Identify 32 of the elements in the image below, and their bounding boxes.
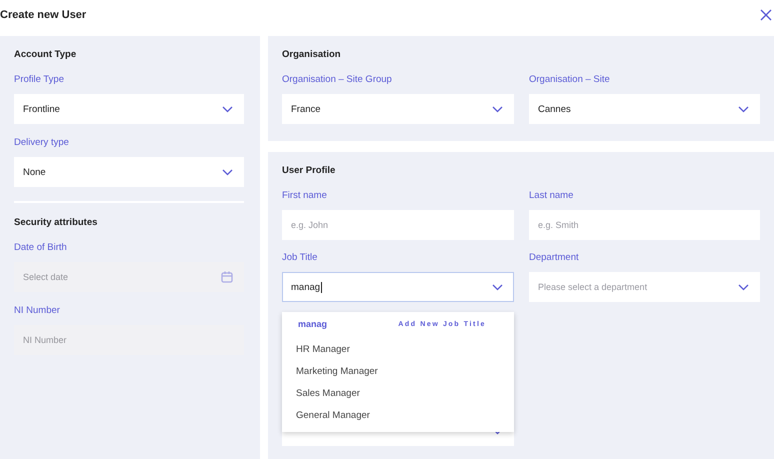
field-label: Last name [529,190,574,201]
dropdown-option[interactable]: Marketing Manager [282,360,514,382]
field-label: Date of Birth [14,242,67,253]
chevron-down-icon [738,284,749,290]
field-label: First name [282,190,327,201]
field-label: Job Title [282,252,318,263]
section-heading: Security attributes [14,217,98,228]
chevron-down-icon [222,168,233,176]
select-field[interactable]: manag [282,272,514,302]
field-label: Profile Type [14,74,64,85]
select-field[interactable]: France [282,94,514,124]
chevron-down-icon [738,106,749,112]
select-field[interactable]: Cannes [529,94,760,124]
field-label: Organisation – Site [529,74,610,85]
window-title: Create new User [0,8,86,20]
chevron-down-icon [222,106,233,112]
field-label: NI Number [14,305,60,316]
field-label: Department [529,252,579,263]
field-label: Organisation – Site Group [282,74,392,85]
select-field[interactable]: Frontline [14,94,244,124]
chevron-down-icon [492,284,503,290]
section-heading: Organisation [282,49,341,60]
search-query: manag [298,319,328,329]
dropdown-option[interactable]: Sales Manager [282,382,514,404]
section-heading: Account Type [14,49,76,60]
dropdown-option[interactable]: General Manager [282,404,514,426]
chevron-down-icon [492,106,503,112]
select-field[interactable]: None [14,157,244,187]
dropdown-option[interactable]: HR Manager [282,338,514,360]
field-label: Delivery type [14,137,69,148]
close-icon[interactable] [760,8,772,20]
section-heading: User Profile [282,165,336,176]
